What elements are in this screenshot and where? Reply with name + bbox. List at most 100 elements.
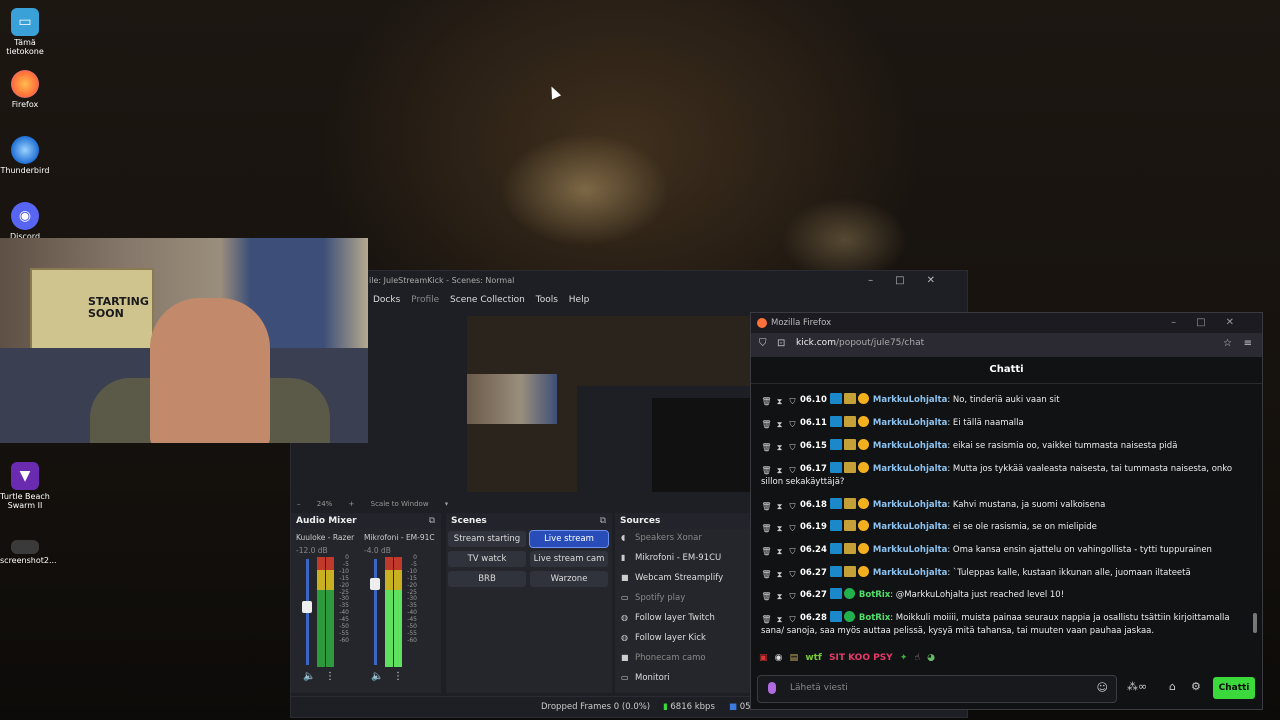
- trash-icon[interactable]: 🗑: [761, 545, 772, 556]
- hamburger-menu-icon[interactable]: ≡: [1244, 338, 1252, 349]
- emoji-icon[interactable]: ☺: [1097, 681, 1108, 694]
- scene-live-stream[interactable]: Live stream: [529, 530, 609, 548]
- more-options-icon[interactable]: ⋮: [325, 671, 335, 682]
- desktop-icon-thunderbird[interactable]: Thunderbird: [0, 136, 50, 175]
- desktop-icon-firefox[interactable]: Firefox: [0, 70, 50, 109]
- trash-icon[interactable]: 🗑: [761, 522, 772, 533]
- users-icon[interactable]: ⁂∞: [1127, 680, 1147, 693]
- message-username[interactable]: MarkkuLohjalta: [873, 418, 947, 428]
- microphone-icon[interactable]: [768, 682, 776, 694]
- shield-icon[interactable]: ⛉: [787, 545, 798, 556]
- zoom-in-button[interactable]: +: [349, 500, 355, 508]
- shield-icon[interactable]: ⛉: [787, 464, 798, 475]
- scene-tv-watck[interactable]: TV watck: [448, 551, 526, 567]
- trash-icon[interactable]: 🗑: [761, 441, 772, 452]
- lock-icon[interactable]: ⊡: [777, 338, 785, 349]
- menu-docks[interactable]: Docks: [373, 295, 400, 305]
- send-chat-button[interactable]: Chatti: [1213, 677, 1255, 699]
- message-username[interactable]: MarkkuLohjalta: [873, 522, 947, 532]
- scene-live-stream-cam[interactable]: Live stream cam: [530, 551, 608, 567]
- window-controls[interactable]: –□✕: [1171, 313, 1254, 333]
- obs-preview-canvas[interactable]: [467, 316, 751, 492]
- more-options-icon[interactable]: ⋮: [393, 671, 403, 682]
- desktop-icon-turtle-beach[interactable]: ▼ Turtle Beach Swarm II: [0, 462, 50, 510]
- message-username[interactable]: BotRix: [859, 613, 890, 623]
- message-username[interactable]: MarkkuLohjalta: [873, 568, 947, 578]
- hourglass-icon[interactable]: ⧗: [774, 590, 785, 601]
- source-item[interactable]: ■ Phonecam camo: [621, 653, 706, 663]
- trash-icon[interactable]: 🗑: [761, 500, 772, 511]
- volume-slider-knob[interactable]: [370, 577, 380, 590]
- emote-icon[interactable]: ▣: [759, 653, 768, 663]
- message-username[interactable]: MarkkuLohjalta: [873, 500, 947, 510]
- shield-icon[interactable]: ⛉: [787, 613, 798, 624]
- hourglass-icon[interactable]: ⧗: [774, 441, 785, 452]
- hourglass-icon[interactable]: ⧗: [774, 418, 785, 429]
- chevron-down-icon[interactable]: ▾: [445, 500, 449, 508]
- scale-mode-select[interactable]: Scale to Window: [371, 500, 429, 508]
- shield-icon[interactable]: ⛉: [787, 418, 798, 429]
- desktop-icon-screenshot[interactable]: screenshot2...: [0, 540, 57, 565]
- menu-scene-collection[interactable]: Scene Collection: [450, 295, 525, 305]
- gear-icon[interactable]: ⚙: [1191, 680, 1201, 693]
- emote-icon[interactable]: ◉: [775, 653, 783, 663]
- shield-icon[interactable]: ⛉: [787, 441, 798, 452]
- hourglass-icon[interactable]: ⧗: [774, 464, 785, 475]
- menu-tools[interactable]: Tools: [536, 295, 558, 305]
- trash-icon[interactable]: 🗑: [761, 613, 772, 624]
- hourglass-icon[interactable]: ⧗: [774, 545, 785, 556]
- shield-icon[interactable]: ⛉: [787, 568, 798, 579]
- message-username[interactable]: MarkkuLohjalta: [873, 395, 947, 405]
- firefox-titlebar[interactable]: Mozilla Firefox –□✕: [751, 313, 1262, 333]
- emote-text[interactable]: SIT KOO PSY: [829, 653, 893, 663]
- emote-icon[interactable]: ◕: [927, 653, 935, 663]
- chat-scrollbar[interactable]: [1253, 613, 1257, 633]
- message-username[interactable]: MarkkuLohjalta: [873, 464, 947, 474]
- source-item[interactable]: ◍ Follow layer Twitch: [621, 613, 715, 623]
- trash-icon[interactable]: 🗑: [761, 590, 772, 601]
- dock-options-icon[interactable]: ⧉: [429, 513, 435, 529]
- window-controls[interactable]: –□✕: [868, 271, 957, 291]
- trash-icon[interactable]: 🗑: [761, 418, 772, 429]
- speaker-icon[interactable]: 🔈: [371, 671, 383, 682]
- store-icon[interactable]: ⌂: [1169, 680, 1176, 693]
- firefox-window[interactable]: Mozilla Firefox –□✕ ⛉ ⊡ kick.com/popout/…: [750, 312, 1263, 710]
- trash-icon[interactable]: 🗑: [761, 395, 772, 406]
- message-username[interactable]: MarkkuLohjalta: [873, 441, 947, 451]
- trash-icon[interactable]: 🗑: [761, 568, 772, 579]
- source-item[interactable]: ▮ Mikrofoni - EM-91CU: [621, 553, 721, 563]
- message-username[interactable]: MarkkuLohjalta: [873, 545, 947, 555]
- shield-icon[interactable]: ⛉: [787, 395, 798, 406]
- star-icon[interactable]: ☆: [1223, 338, 1232, 349]
- shield-icon[interactable]: ⛉: [787, 590, 798, 601]
- menu-help[interactable]: Help: [569, 295, 590, 305]
- emote-icon[interactable]: wtf: [805, 653, 822, 663]
- scene-brb[interactable]: BRB: [448, 571, 526, 587]
- source-item[interactable]: ◖ Speakers Xonar: [621, 533, 702, 543]
- emote-icon[interactable]: ▤: [790, 653, 799, 663]
- volume-slider-knob[interactable]: [302, 601, 312, 614]
- scene-warzone[interactable]: Warzone: [530, 571, 608, 587]
- chat-message-input[interactable]: Lähetä viesti ☺: [757, 675, 1117, 703]
- message-username[interactable]: BotRix: [859, 590, 890, 600]
- shield-icon[interactable]: ⛉: [759, 338, 767, 349]
- source-item[interactable]: ◍ Follow layer Kick: [621, 633, 706, 643]
- menu-profile[interactable]: Profile: [411, 295, 439, 305]
- url-text[interactable]: kick.com/popout/jule75/chat: [796, 338, 924, 348]
- hourglass-icon[interactable]: ⧗: [774, 395, 785, 406]
- source-item[interactable]: ■ Webcam Streamplify: [621, 573, 723, 583]
- obs-titlebar[interactable]: ile: JuleStreamKick - Scenes: Normal –□✕: [291, 271, 967, 291]
- hourglass-icon[interactable]: ⧗: [774, 568, 785, 579]
- zoom-out-button[interactable]: –: [297, 500, 301, 508]
- source-item[interactable]: ▭ Monitori: [621, 673, 670, 683]
- shield-icon[interactable]: ⛉: [787, 500, 798, 511]
- scene-stream-starting[interactable]: Stream starting: [448, 531, 526, 547]
- hourglass-icon[interactable]: ⧗: [774, 500, 785, 511]
- emote-icon[interactable]: ☝: [915, 653, 920, 663]
- emote-icon[interactable]: ✦: [900, 653, 908, 663]
- speaker-icon[interactable]: 🔈: [303, 671, 315, 682]
- shield-icon[interactable]: ⛉: [787, 522, 798, 533]
- source-item[interactable]: ▭ Spotify play: [621, 593, 685, 603]
- hourglass-icon[interactable]: ⧗: [774, 522, 785, 533]
- url-bar[interactable]: ⛉ ⊡ kick.com/popout/jule75/chat ☆ ≡: [751, 333, 1262, 357]
